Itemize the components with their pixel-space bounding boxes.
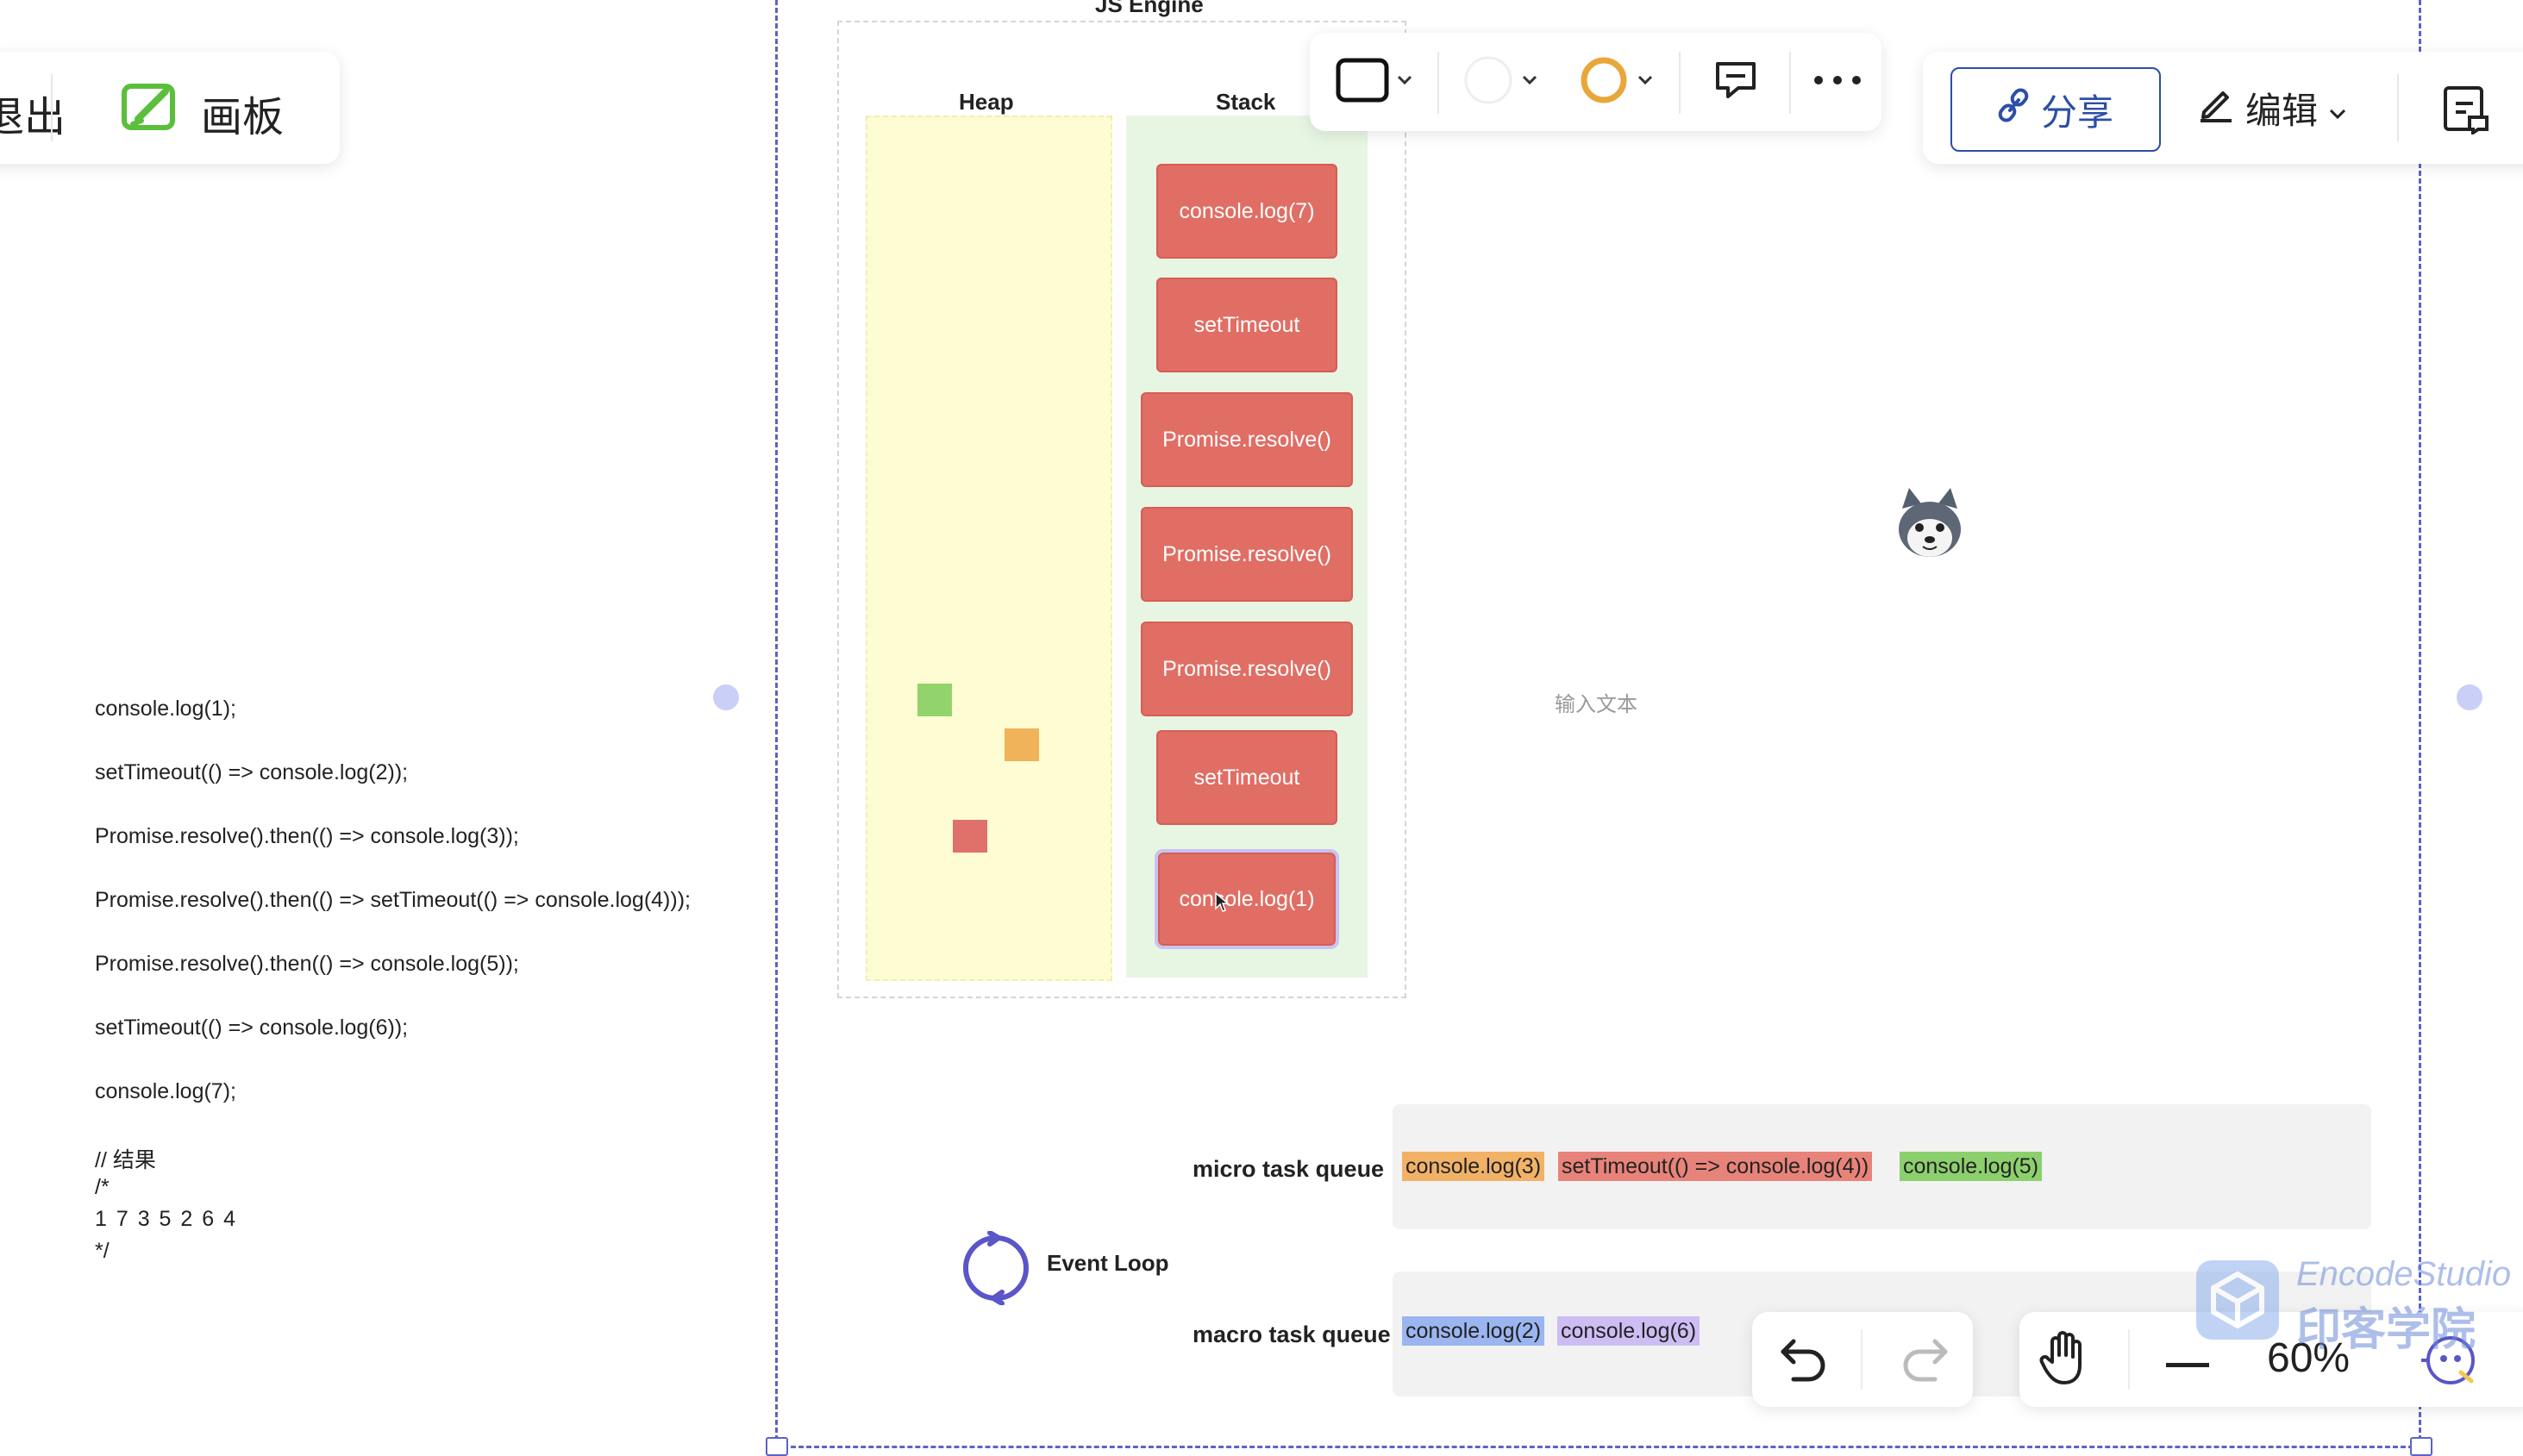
macro-task-queue-label: macro task queue (1193, 1322, 1391, 1347)
code-line: setTimeout(() => console.log(6)); (95, 1015, 409, 1040)
minus-icon[interactable] (2166, 1357, 2209, 1372)
connector-dot-right[interactable] (2457, 684, 2482, 710)
pencil-icon (2197, 84, 2235, 131)
more-button[interactable] (1803, 53, 1872, 110)
circle-fill-icon (1462, 54, 1514, 110)
code-line: setTimeout(() => console.log(2)); (95, 760, 409, 784)
code-line: Promise.resolve().then(() => console.log… (95, 952, 519, 976)
circle-stroke-icon (1578, 54, 1630, 110)
heap-column[interactable] (866, 116, 1112, 981)
code-result: 1 7 3 5 2 6 4 (95, 1207, 238, 1231)
code-line: console.log(1); (95, 697, 236, 721)
frame-bottom-border (775, 1446, 2421, 1448)
divider (51, 74, 53, 141)
rectangle-icon (1336, 58, 1389, 107)
chevron-down-icon (1396, 74, 1413, 91)
frame-right-border (2419, 0, 2421, 1448)
micro-task-item[interactable]: setTimeout(() => console.log(4)) (1558, 1152, 1873, 1181)
top-left-panel: 退出 画板 (0, 52, 340, 164)
code-comment-title: // 结果 (95, 1148, 156, 1172)
divider (2397, 74, 2399, 141)
redo-icon[interactable] (1899, 1333, 1950, 1389)
macro-task-item[interactable]: console.log(6) (1557, 1316, 1700, 1346)
comment-icon (1714, 60, 1757, 104)
divider (1679, 52, 1681, 114)
code-comment-close: */ (95, 1239, 110, 1263)
share-button[interactable]: 分享 (1950, 67, 2161, 152)
micro-task-queue-label: micro task queue (1193, 1156, 1385, 1182)
whiteboard-title[interactable]: 画板 (201, 83, 284, 143)
chevron-down-icon (1521, 74, 1538, 91)
edit-dropdown-button[interactable]: 编辑 (2197, 67, 2347, 148)
stack-frame[interactable]: Promise.resolve() (1141, 392, 1353, 487)
watermark-line2: 印客学院 (2296, 1305, 2476, 1355)
shape-toolbar (1310, 33, 1881, 131)
mouse-cursor-icon (1214, 891, 1230, 918)
husky-avatar-icon[interactable] (1888, 483, 1971, 566)
micro-task-item[interactable]: console.log(5) (1900, 1152, 2043, 1181)
undo-icon[interactable] (1778, 1333, 1830, 1389)
heap-title: Heap (959, 89, 1014, 115)
code-line: Promise.resolve().then(() => setTimeout(… (95, 888, 691, 912)
hand-icon[interactable] (2038, 1329, 2092, 1390)
stroke-color-dropdown[interactable] (1568, 53, 1663, 110)
document-comment-icon[interactable] (2440, 83, 2492, 139)
watermark-line1: EncodeStudio (2296, 1255, 2512, 1293)
macro-task-item[interactable]: console.log(2) (1402, 1316, 1545, 1346)
stack-frame[interactable]: setTimeout (1156, 278, 1337, 372)
shape-style-dropdown[interactable] (1327, 53, 1422, 110)
stack-title: Stack (1216, 89, 1276, 115)
divider (1437, 52, 1439, 114)
fill-color-dropdown[interactable] (1453, 53, 1548, 110)
whiteboard-icon (121, 81, 181, 141)
stack-frame[interactable]: Promise.resolve() (1141, 507, 1353, 602)
event-loop-icon (959, 1230, 1033, 1309)
link-icon (1998, 88, 2029, 131)
stack-frame[interactable]: Promise.resolve() (1141, 622, 1353, 716)
heap-object-green[interactable] (917, 684, 952, 716)
top-right-panel: 分享 编辑 (1923, 52, 2523, 164)
heap-object-red[interactable] (953, 820, 987, 853)
code-line: Promise.resolve().then(() => console.log… (95, 824, 519, 848)
divider (2128, 1329, 2130, 1390)
stack-frame[interactable]: console.log(7) (1156, 164, 1337, 259)
watermark-logo: EncodeStudio 印客学院 (2194, 1255, 2514, 1355)
exit-button[interactable]: 退出 (0, 83, 66, 143)
frame-left-border (775, 0, 778, 1448)
js-engine-title: JS Engine (1095, 0, 1204, 17)
code-comment-open: /* (95, 1175, 110, 1199)
divider (1861, 1329, 1863, 1390)
more-icon (1813, 74, 1862, 90)
history-controls (1752, 1312, 1973, 1407)
heap-object-orange[interactable] (1005, 728, 1039, 761)
chevron-down-icon (2328, 87, 2347, 128)
code-line: console.log(7); (95, 1079, 236, 1103)
connector-dot-left[interactable] (713, 684, 739, 710)
chevron-down-icon (1637, 74, 1654, 91)
stack-frame-selected[interactable]: console.log(1) (1155, 849, 1339, 949)
micro-task-item[interactable]: console.log(3) (1402, 1152, 1545, 1181)
text-placeholder[interactable]: 输入文本 (1555, 687, 1637, 717)
divider (1789, 52, 1791, 114)
comment-button[interactable] (1693, 53, 1779, 110)
stack-frame[interactable]: setTimeout (1156, 730, 1337, 825)
cube-logo-icon (2194, 1259, 2281, 1346)
edit-label: 编辑 (2245, 90, 2319, 131)
share-label: 分享 (2040, 91, 2113, 133)
event-loop-label: Event Loop (1047, 1250, 1169, 1276)
